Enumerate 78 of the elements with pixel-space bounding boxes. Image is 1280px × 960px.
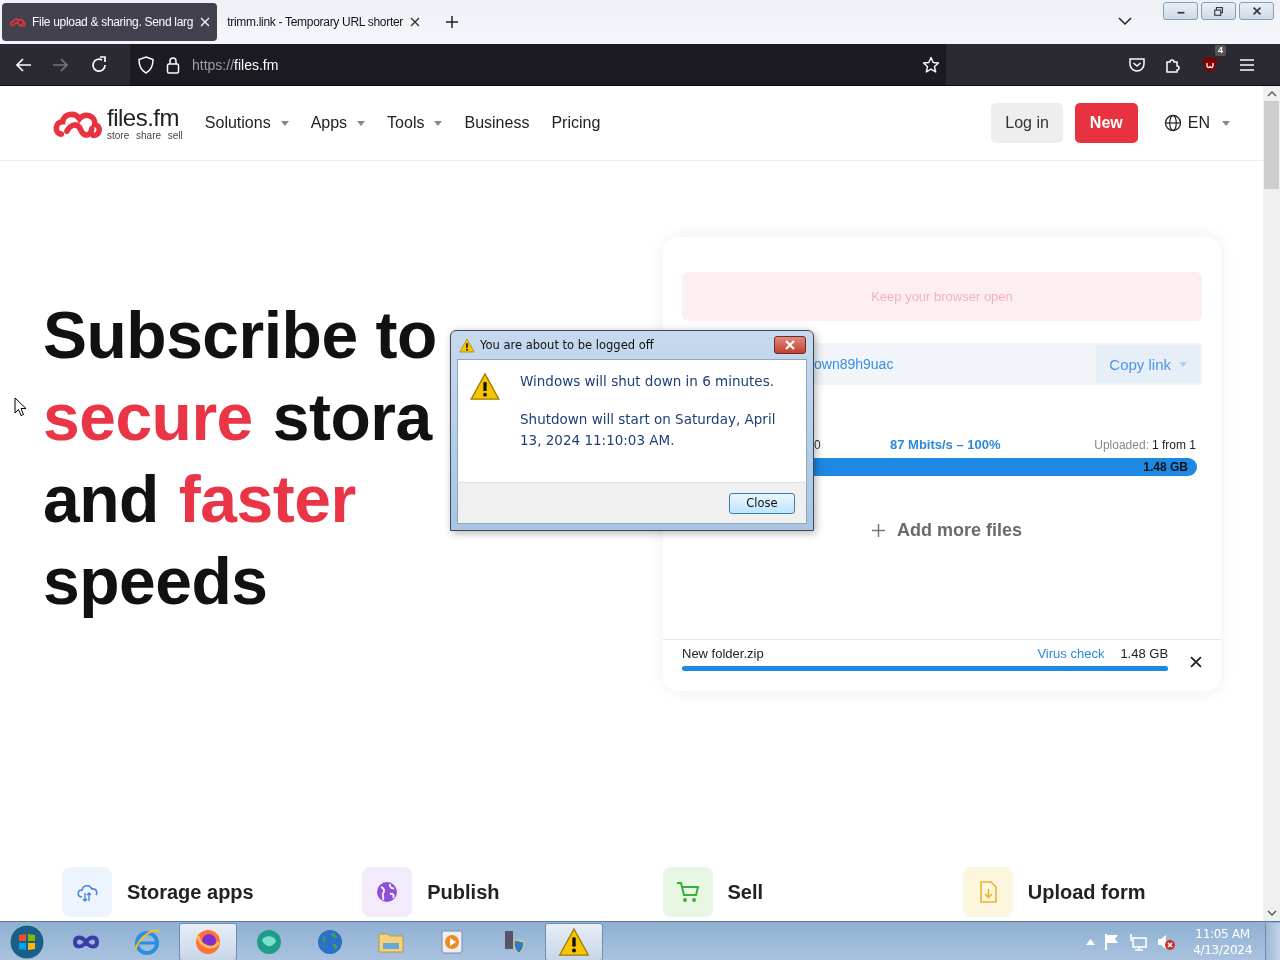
forward-icon[interactable] <box>51 55 69 74</box>
feature-link[interactable]: Sell <box>727 880 764 904</box>
link-text: own89h9uac <box>814 356 894 372</box>
shield-icon[interactable] <box>1202 55 1218 74</box>
globe-icon <box>1163 114 1182 132</box>
dialog-message: Shutdown will start on Saturday, April 13, 2024 11:10:03 AM. <box>520 410 777 450</box>
new-tab-icon[interactable] <box>445 15 459 29</box>
tab-title: File upload & sharing. Send larg <box>32 15 194 29</box>
cloud-icon[interactable] <box>62 867 112 917</box>
globe-icon[interactable] <box>362 867 413 917</box>
close-icon <box>784 340 796 350</box>
logo-text[interactable]: files.fm <box>107 105 183 130</box>
scrollbar-thumb[interactable] <box>1264 101 1279 189</box>
logo-tagline: store share sell <box>107 129 183 141</box>
lock-icon[interactable] <box>166 55 180 74</box>
speed-text: 87 Mbits/s – 100% <box>890 437 1001 452</box>
warning-icon <box>558 926 590 957</box>
speaker-muted-icon[interactable] <box>1156 932 1177 951</box>
headline-text: secure <box>43 379 253 455</box>
address-bar[interactable]: https://files.fm <box>130 44 946 85</box>
cart-icon[interactable] <box>662 867 713 917</box>
browser-tab[interactable]: trimm.link - Temporary URL shorter <box>219 3 427 41</box>
feature-link[interactable]: Upload form <box>1027 880 1146 904</box>
size-text: 1.48 GB <box>1143 460 1188 474</box>
elapsed-text: 0 <box>814 437 822 452</box>
restore-icon <box>1211 5 1226 17</box>
warning-icon <box>459 337 475 353</box>
shield-icon[interactable] <box>138 55 154 74</box>
headline-text: faster <box>178 461 356 537</box>
mouse-pointer-icon <box>14 397 27 417</box>
new-button[interactable]: New <box>1074 103 1138 143</box>
browser-tab[interactable]: File upload & sharing. Send larg <box>2 3 218 41</box>
taskbar-button[interactable] <box>179 922 237 960</box>
close-button[interactable] <box>1239 2 1274 20</box>
close-icon[interactable] <box>199 16 212 28</box>
scroll-up-icon[interactable] <box>1266 89 1277 99</box>
caret-icon <box>1179 361 1187 367</box>
file-size: 1.48 GB <box>1120 646 1169 661</box>
notification-badge: 4 <box>1215 44 1226 56</box>
feature-link[interactable]: Publish <box>427 880 500 904</box>
close-button[interactable] <box>774 336 806 354</box>
reload-icon[interactable] <box>90 55 108 74</box>
star-icon[interactable] <box>922 55 940 74</box>
tab-title: trimm.link - Temporary URL shorter <box>227 15 403 29</box>
nav-link[interactable]: Pricing <box>551 114 601 132</box>
plus-icon <box>872 524 885 537</box>
uploaded-label: Uploaded: <box>1094 437 1149 452</box>
dialog-title: You are about to be logged off <box>480 338 654 352</box>
notice-banner: Keep your browser open <box>682 272 1202 321</box>
add-more-files-button[interactable]: Add more files <box>872 520 1022 541</box>
headline-text: Subscribe to <box>43 297 437 373</box>
scroll-down-icon[interactable] <box>1266 908 1277 918</box>
restore-button[interactable] <box>1201 2 1236 20</box>
language-selector[interactable]: EN <box>1163 114 1230 132</box>
close-button[interactable]: Close <box>729 492 795 514</box>
pocket-icon[interactable] <box>1128 55 1146 74</box>
nav-link[interactable]: Tools <box>387 114 443 132</box>
file-name: New folder.zip <box>682 646 764 661</box>
nav-link[interactable]: Business <box>464 114 530 132</box>
nav-link[interactable]: Solutions <box>204 114 289 132</box>
caret-icon <box>1222 120 1230 126</box>
chevron-down-icon[interactable] <box>1118 16 1132 26</box>
start-button[interactable] <box>9 923 45 960</box>
feature-link[interactable]: Storage apps <box>127 880 254 904</box>
headline-text: and <box>43 461 159 537</box>
headline-text: speeds <box>43 543 268 619</box>
close-icon[interactable] <box>409 16 421 28</box>
warning-icon <box>469 372 501 401</box>
taskbar-button[interactable] <box>545 922 603 960</box>
back-icon[interactable] <box>15 55 33 74</box>
scrollbar[interactable] <box>1263 86 1280 921</box>
close-icon[interactable] <box>1190 655 1202 668</box>
login-button[interactable]: Log in <box>991 103 1063 143</box>
url-text[interactable]: https://files.fm <box>192 56 279 73</box>
nav-link[interactable]: Apps <box>310 114 366 132</box>
virus-check-link[interactable]: Virus check <box>1037 646 1105 661</box>
uploaded-count: 1 from 1 <box>1152 437 1196 452</box>
headline-text: stora <box>272 379 432 455</box>
